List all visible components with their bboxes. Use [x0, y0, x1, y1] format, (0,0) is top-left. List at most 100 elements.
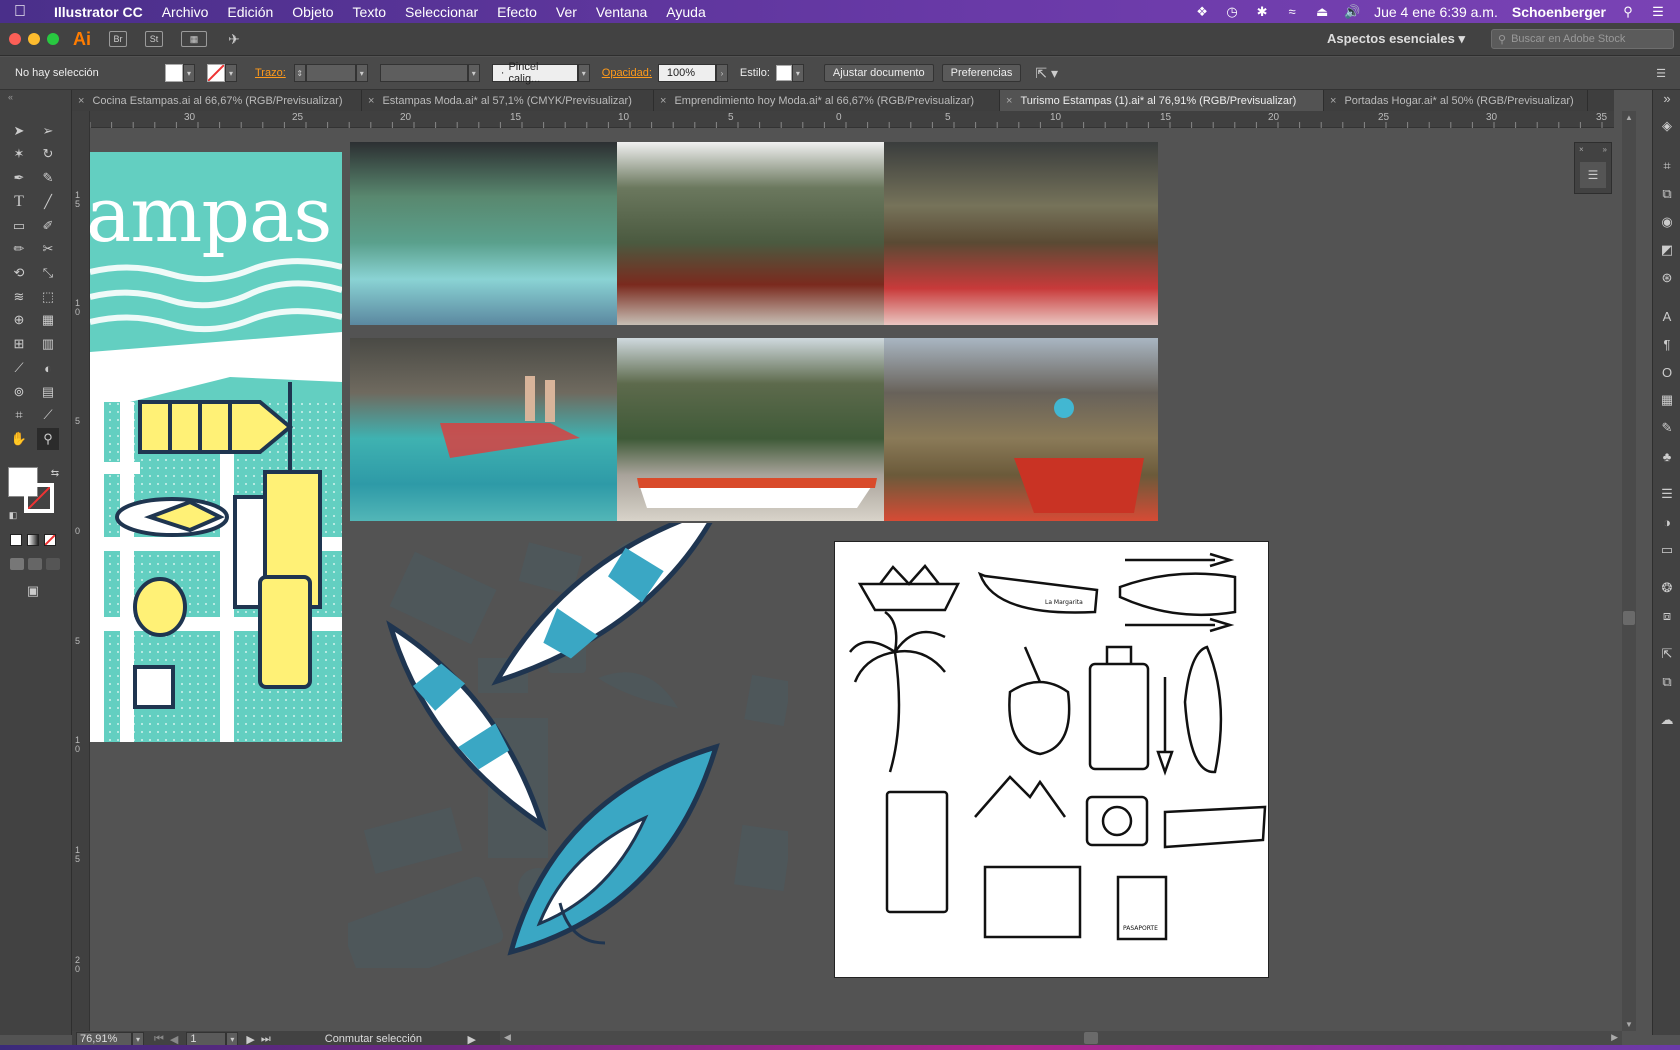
magic-wand-icon[interactable]: ✶	[8, 143, 30, 165]
vertical-ruler[interactable]: 1 5 1 0 5 0 5 1 0 1 5 2 0	[72, 111, 90, 1031]
close-tab-icon[interactable]: ×	[1006, 95, 1012, 107]
stock-button[interactable]: St	[145, 31, 163, 47]
artboard-number-field[interactable]: 1	[186, 1032, 227, 1046]
tab-cocina-estampas[interactable]: × Cocina Estampas.ai al 66,67% (RGB/Previ…	[72, 90, 362, 111]
arrange-documents-icon[interactable]: ▦	[181, 31, 207, 47]
bridge-button[interactable]: Br	[109, 31, 127, 47]
stroke-dropdown-icon[interactable]: ▾	[225, 64, 237, 82]
control-menu-icon[interactable]: ☰	[1656, 67, 1666, 80]
opacity-arrow-icon[interactable]: ›	[715, 64, 728, 82]
dock-collapse-icon[interactable]: »	[1659, 90, 1675, 106]
panel-collapse-icon[interactable]: «	[8, 92, 13, 102]
gradient-panel-icon[interactable]: ◩	[1659, 242, 1675, 258]
brush-dropdown-icon[interactable]: ▾	[577, 64, 590, 82]
close-icon[interactable]: ×	[1579, 145, 1584, 154]
line-tool-icon[interactable]: ╱	[37, 191, 59, 213]
opentype-icon[interactable]: O	[1659, 364, 1675, 380]
appearance-icon[interactable]: ▭	[1659, 542, 1675, 558]
scroll-left-icon[interactable]: ◀	[504, 1032, 511, 1043]
prev-artboard-icon[interactable]: ◀	[170, 1033, 178, 1046]
lasso-tool-icon[interactable]: ↻	[37, 143, 59, 165]
photo-beach-boats[interactable]	[617, 338, 891, 521]
stroke-swatch[interactable]	[207, 64, 225, 82]
minimize-window-button[interactable]	[28, 33, 40, 45]
pattern-artboard-preview[interactable]: ampas	[90, 152, 342, 742]
close-tab-icon[interactable]: ×	[660, 95, 666, 107]
variable-width-dropdown-icon[interactable]: ▾	[467, 64, 480, 82]
menu-ver[interactable]: Ver	[556, 4, 577, 20]
collapsed-panel-dock[interactable]: ×» ☰	[1574, 142, 1612, 194]
pen-tool-icon[interactable]: ✒	[8, 167, 30, 189]
icon-sheet-artboard[interactable]: La Margarita PASAPORTE	[834, 541, 1269, 978]
export-icon[interactable]: ⇱	[1659, 646, 1675, 662]
stroke-stepper[interactable]: ⇕	[293, 64, 306, 82]
menu-objeto[interactable]: Objeto	[292, 4, 333, 20]
tab-emprendimiento-hoy[interactable]: × Emprendimiento hoy Moda.ai* al 66,67% (…	[654, 90, 1000, 111]
graphic-styles-icon[interactable]: ❂	[1659, 580, 1675, 596]
shaper-tool-icon[interactable]: ✏	[8, 238, 30, 260]
menu-app-name[interactable]: Illustrator CC	[54, 4, 143, 20]
symbol-sprayer-tool-icon[interactable]: ⊚	[8, 381, 30, 403]
eyedropper-tool-icon[interactable]: ⟋	[8, 357, 30, 379]
stroke-color-swatch[interactable]	[24, 483, 54, 513]
variable-width-field[interactable]	[379, 64, 468, 82]
zoom-tool-icon[interactable]: ⚲	[37, 428, 59, 450]
bluetooth-icon[interactable]: ✱	[1254, 4, 1270, 19]
curvature-tool-icon[interactable]: ✎	[37, 167, 59, 189]
scissors-tool-icon[interactable]: ✂	[37, 238, 59, 260]
close-tab-icon[interactable]: ×	[368, 95, 374, 107]
style-dropdown-icon[interactable]: ▾	[791, 64, 804, 82]
vertical-scroll-thumb[interactable]	[1623, 611, 1635, 625]
selection-tool-icon[interactable]: ➤	[8, 120, 30, 142]
stroke-panel-icon[interactable]: ☰	[1659, 486, 1675, 502]
paintbrush-tool-icon[interactable]: ✐	[37, 215, 59, 237]
color-guide-icon[interactable]: ⊛	[1659, 270, 1675, 286]
tab-estampas-moda[interactable]: × Estampas Moda.ai* al 57,1% (CMYK/Previs…	[362, 90, 654, 111]
free-transform-tool-icon[interactable]: ⬚	[37, 286, 59, 308]
tabs-panel-icon[interactable]: ▦	[1659, 392, 1675, 408]
menu-texto[interactable]: Texto	[353, 4, 386, 20]
rectangle-tool-icon[interactable]: ▭	[8, 215, 30, 237]
spotlight-search-icon[interactable]: ⚲	[1620, 4, 1636, 19]
transparency-icon[interactable]: ◑	[1659, 514, 1675, 530]
photo-fishermen-boat-cove[interactable]	[350, 338, 624, 521]
artboards-icon[interactable]: ⌗	[1659, 158, 1675, 174]
gpu-performance-icon[interactable]: ✈	[225, 31, 243, 47]
asset-export-icon[interactable]: ⧉	[1659, 674, 1675, 690]
last-artboard-icon[interactable]: ⏭	[261, 1033, 271, 1046]
opacity-label[interactable]: Opacidad:	[602, 67, 652, 79]
user-name[interactable]: Schoenberger	[1512, 4, 1606, 20]
horizontal-scrollbar[interactable]: ◀ ▶	[500, 1031, 1622, 1045]
notification-center-icon[interactable]: ☰	[1650, 4, 1666, 19]
horizontal-ruler[interactable]: 30 25 20 15 10 5 0 5 10 15 20 25 30 35	[90, 111, 1614, 128]
tab-turismo-estampas[interactable]: × Turismo Estampas (1).ai* al 76,91% (RGB…	[1000, 90, 1324, 111]
character-icon[interactable]: A	[1659, 308, 1675, 324]
shape-builder-tool-icon[interactable]: ⊕	[8, 309, 30, 331]
artboard-tool-icon[interactable]: ⌗	[8, 404, 30, 426]
apple-icon[interactable]: 	[14, 3, 42, 21]
expand-icon[interactable]: »	[1603, 145, 1607, 154]
color-palette-icon[interactable]: ◉	[1659, 214, 1675, 230]
brushes-icon[interactable]: ✎	[1659, 420, 1675, 436]
creative-cloud-libraries-icon[interactable]: ☁	[1659, 712, 1675, 728]
stock-search-input[interactable]: ⚲ Buscar en Adobe Stock	[1491, 29, 1674, 49]
screen-mode-icon[interactable]: ▣	[22, 580, 44, 602]
workspace-switcher[interactable]: Aspectos esenciales ▾	[1327, 31, 1465, 47]
wifi-icon[interactable]: ≈	[1284, 4, 1300, 19]
menu-edicion[interactable]: Edición	[227, 4, 273, 20]
scale-tool-icon[interactable]: ⤡	[37, 262, 59, 284]
rotate-tool-icon[interactable]: ⟲	[8, 262, 30, 284]
mesh-tool-icon[interactable]: ⊞	[8, 333, 30, 355]
artboard-dropdown-icon[interactable]: ▾	[226, 1032, 239, 1046]
zoom-window-button[interactable]	[47, 33, 59, 45]
slice-tool-icon[interactable]: ⟋	[37, 404, 59, 426]
first-artboard-icon[interactable]: ⏮	[154, 1033, 164, 1046]
paragraph-icon[interactable]: ¶	[1659, 336, 1675, 352]
horizontal-scroll-thumb[interactable]	[1084, 1032, 1098, 1044]
default-colors-icon[interactable]: ◧	[2, 504, 24, 526]
layers-icon[interactable]: ◈	[1659, 118, 1675, 134]
close-window-button[interactable]	[9, 33, 21, 45]
perspective-grid-tool-icon[interactable]: ▦	[37, 309, 59, 331]
menu-seleccionar[interactable]: Seleccionar	[405, 4, 478, 20]
column-graph-tool-icon[interactable]: ▤	[37, 381, 59, 403]
